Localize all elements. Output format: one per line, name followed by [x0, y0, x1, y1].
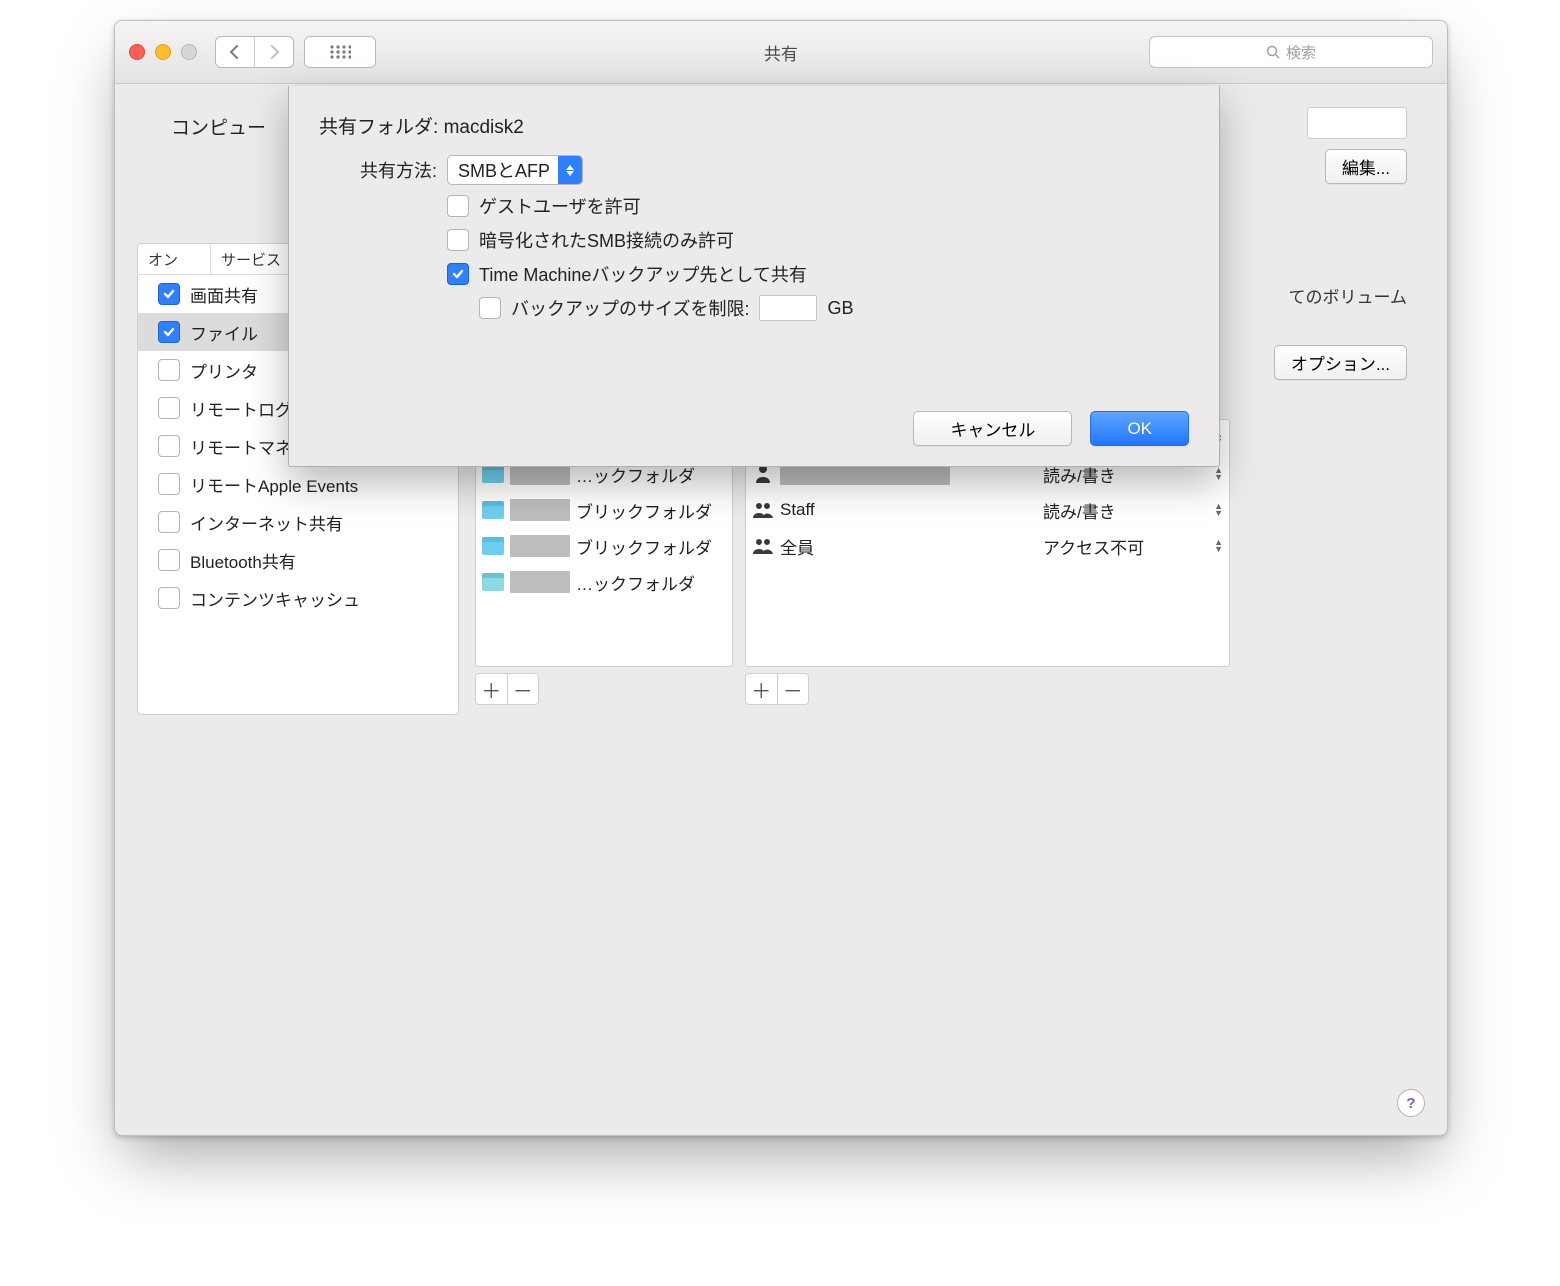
share-method-value: SMBとAFP — [458, 157, 550, 183]
limit-size-label: バックアップのサイズを制限: — [511, 295, 749, 321]
smb-encrypt-label: 暗号化されたSMB接続のみ許可 — [479, 227, 734, 253]
cancel-button[interactable]: キャンセル — [913, 411, 1072, 446]
folder-options-sheet: 共有フォルダ: macdisk2 共有方法: SMBとAFP ゲストユーザを許可… — [288, 86, 1220, 467]
checkbox-icon[interactable] — [158, 511, 180, 533]
service-row[interactable]: インターネット共有 — [138, 503, 458, 541]
folder-name: ブリックフォルダ — [576, 498, 712, 523]
titlebar: 共有 検索 — [115, 21, 1447, 84]
back-button[interactable] — [216, 37, 254, 67]
folders-add-remove: ＋ － — [475, 673, 539, 705]
checkbox-icon[interactable] — [158, 283, 180, 305]
search-icon — [1266, 45, 1280, 59]
computer-name-label: コンピュー — [171, 113, 266, 140]
folder-row[interactable]: ブリックフォルダ — [476, 492, 732, 528]
service-label: Bluetooth共有 — [190, 548, 296, 573]
service-row[interactable]: リモートApple Events — [138, 465, 458, 503]
users-add-remove: ＋ － — [745, 673, 809, 705]
permission-row[interactable]: アクセス不可 ▲▼ — [1037, 528, 1229, 564]
user-row[interactable]: 全員 — [746, 528, 1038, 564]
share-method-popup[interactable]: SMBとAFP — [447, 155, 583, 185]
permission-label: 読み/書き — [1043, 498, 1116, 523]
guest-users-label: ゲストユーザを許可 — [479, 193, 641, 219]
stepper-icon[interactable]: ▲▼ — [1214, 539, 1223, 553]
grid-icon — [329, 44, 351, 60]
group-icon — [752, 535, 774, 557]
remove-user-button[interactable]: － — [777, 674, 809, 704]
edit-button[interactable]: 編集... — [1325, 149, 1407, 184]
add-folder-button[interactable]: ＋ — [476, 674, 507, 704]
forward-button[interactable] — [254, 37, 293, 67]
folder-name: ブリックフォルダ — [576, 534, 712, 559]
stepper-icon[interactable]: ▲▼ — [1214, 503, 1223, 517]
minimize-window-button[interactable] — [155, 44, 171, 60]
permission-label: アクセス不可 — [1043, 534, 1144, 559]
folder-icon — [482, 465, 504, 483]
services-col-service: サービス — [211, 244, 291, 274]
checkbox-icon[interactable] — [158, 435, 180, 457]
search-placeholder: 検索 — [1286, 42, 1316, 63]
service-row[interactable]: コンテンツキャッシュ — [138, 579, 458, 617]
timemachine-checkbox[interactable] — [447, 263, 469, 285]
smb-encrypt-checkbox[interactable] — [447, 229, 469, 251]
folder-name: …ックフォルダ — [576, 570, 695, 595]
checkbox-icon[interactable] — [158, 397, 180, 419]
folder-icon — [482, 501, 504, 519]
computer-name-field[interactable] — [1307, 107, 1407, 139]
checkbox-icon[interactable] — [158, 587, 180, 609]
share-method-label: 共有方法: — [319, 157, 437, 183]
limit-size-unit: GB — [827, 298, 853, 319]
service-label: コンテンツキャッシュ — [190, 586, 360, 611]
help-button[interactable]: ? — [1397, 1089, 1425, 1117]
checkbox-icon[interactable] — [158, 549, 180, 571]
service-label: インターネット共有 — [190, 510, 343, 535]
zoom-window-button[interactable] — [181, 44, 197, 60]
timemachine-label: Time Machineバックアップ先として共有 — [479, 261, 807, 287]
stepper-icon[interactable]: ▲▼ — [1214, 467, 1223, 481]
user-name: 全員 — [780, 534, 814, 559]
group-icon — [752, 499, 774, 521]
services-col-on: オン — [138, 244, 211, 274]
options-button[interactable]: オプション... — [1274, 345, 1407, 380]
user-name: Staff — [780, 500, 815, 520]
close-window-button[interactable] — [129, 44, 145, 60]
checkbox-icon[interactable] — [158, 473, 180, 495]
search-field[interactable]: 検索 — [1149, 36, 1433, 68]
folder-icon — [482, 573, 504, 591]
service-label: 画面共有 — [190, 282, 258, 307]
popup-arrows-icon — [558, 156, 582, 184]
volume-hint: てのボリューム — [1289, 283, 1408, 308]
folder-row[interactable]: ブリックフォルダ — [476, 528, 732, 564]
traffic-lights — [129, 44, 197, 60]
checkbox-icon[interactable] — [158, 359, 180, 381]
folder-row[interactable]: …ックフォルダ — [476, 564, 732, 600]
service-label: ファイル — [190, 320, 258, 345]
folder-icon — [482, 537, 504, 555]
service-row[interactable]: Bluetooth共有 — [138, 541, 458, 579]
sheet-title: 共有フォルダ: macdisk2 — [319, 112, 1189, 139]
ok-button[interactable]: OK — [1090, 411, 1189, 446]
service-label: リモートApple Events — [190, 472, 358, 497]
nav-back-forward — [215, 36, 294, 68]
guest-users-checkbox[interactable] — [447, 195, 469, 217]
permission-row[interactable]: 読み/書き ▲▼ — [1037, 492, 1229, 528]
remove-folder-button[interactable]: － — [507, 674, 539, 704]
user-row[interactable]: Staff — [746, 492, 1038, 528]
add-user-button[interactable]: ＋ — [746, 674, 777, 704]
limit-size-field[interactable] — [759, 295, 817, 321]
limit-size-checkbox[interactable] — [479, 297, 501, 319]
service-label: プリンタ — [190, 358, 258, 383]
checkbox-icon[interactable] — [158, 321, 180, 343]
show-all-button[interactable] — [304, 36, 376, 68]
